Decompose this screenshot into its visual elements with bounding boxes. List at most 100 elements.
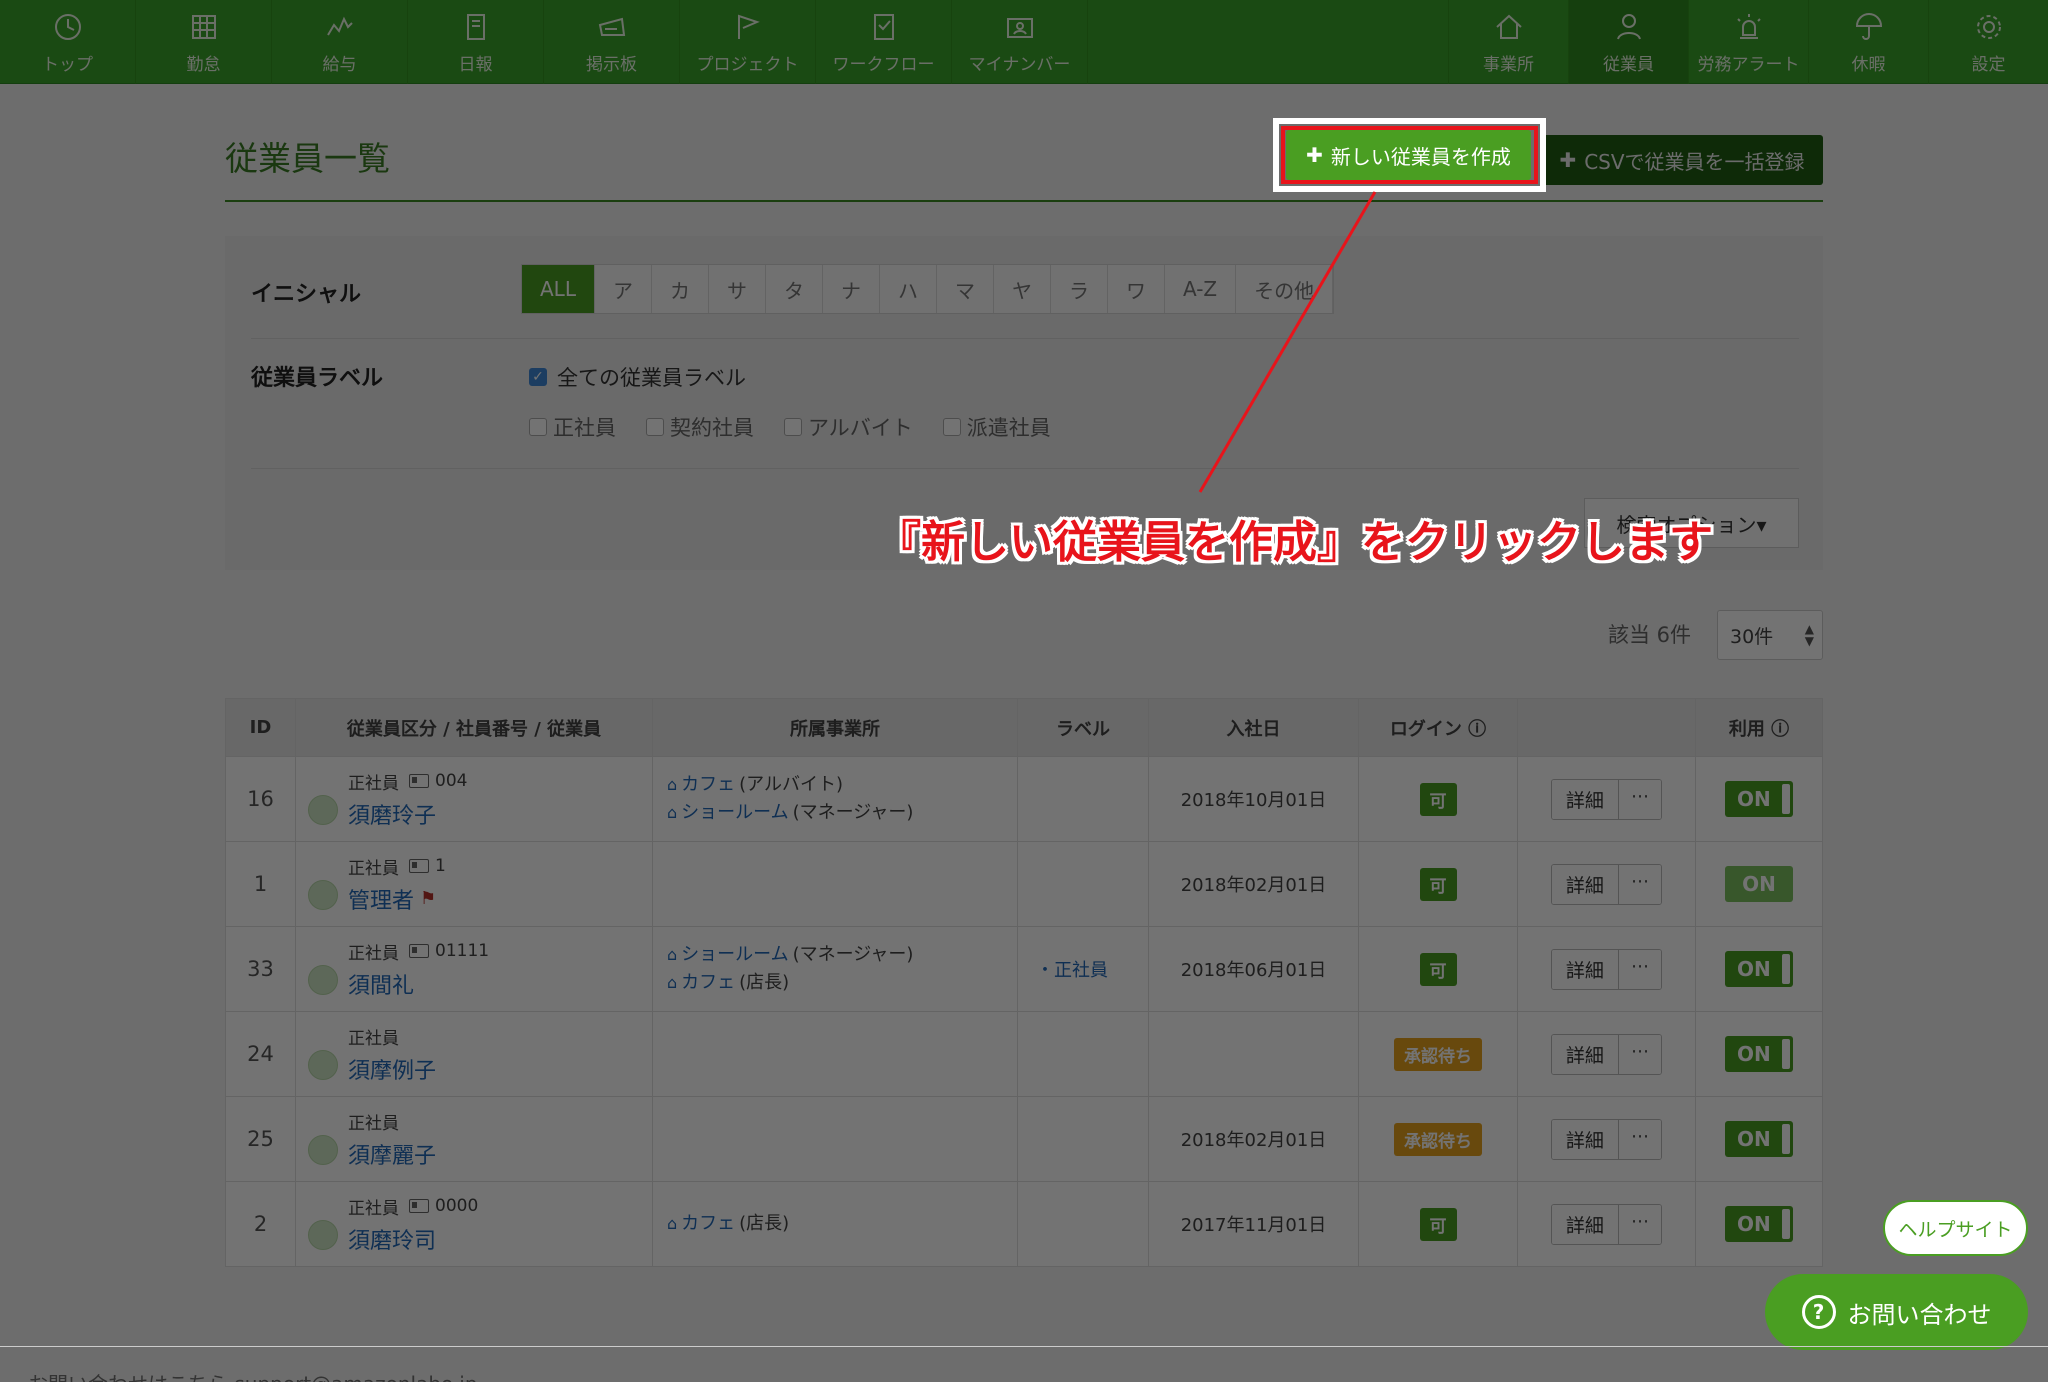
join-date-cell: 2018年02月01日 xyxy=(1148,841,1359,927)
checkbox-icon xyxy=(784,418,802,436)
initial-filter-button[interactable]: ア xyxy=(595,265,652,313)
office-name-link[interactable]: カフェ xyxy=(681,771,735,799)
page-title: 従業員一覧 xyxy=(225,139,390,178)
nav-item-label: マイナンバー xyxy=(968,54,1071,75)
table-header-cell: ログイン ⓘ xyxy=(1358,698,1518,757)
nav-item[interactable]: 休暇 xyxy=(1808,0,1928,84)
initial-filter-button[interactable]: A-Z xyxy=(1165,265,1237,313)
table-header-cell: 所属事業所 xyxy=(652,698,1018,757)
use-toggle[interactable]: ON xyxy=(1725,1206,1793,1242)
actions-cell: 詳細 ··· xyxy=(1517,841,1696,927)
use-toggle[interactable]: ON xyxy=(1725,1121,1793,1157)
plus-icon: ✚ xyxy=(1306,143,1323,167)
detail-button[interactable]: 詳細 xyxy=(1551,1034,1619,1074)
employee-name-text: 須磨玲子 xyxy=(348,803,437,829)
more-button[interactable]: ··· xyxy=(1618,779,1662,819)
initial-filter-button[interactable]: マ xyxy=(937,265,994,313)
result-count: 該当 6件 xyxy=(1608,623,1692,647)
office-name-link[interactable]: ショールーム xyxy=(681,799,788,827)
use-cell: ON xyxy=(1695,1181,1823,1267)
table-body: 16 正社員 004 須磨玲子 ⌂ カフェ (アルバイト) ⌂ ショールーム (マネージャー) 20… xyxy=(225,756,1823,1267)
initial-filter-button[interactable]: タ xyxy=(766,265,823,313)
employee-name-link[interactable]: 須摩麗子 xyxy=(348,1138,436,1170)
detail-button[interactable]: 詳細 xyxy=(1551,949,1619,989)
label-checkbox[interactable]: 正社員 xyxy=(529,412,616,442)
nav-item[interactable]: 労務アラート xyxy=(1688,0,1808,84)
label-checkbox[interactable]: アルバイト xyxy=(784,412,913,442)
more-button[interactable]: ··· xyxy=(1618,1034,1662,1074)
label-checkbox[interactable]: 契約社員 xyxy=(646,412,754,442)
detail-button[interactable]: 詳細 xyxy=(1551,1119,1619,1159)
contact-button[interactable]: ? お問い合わせ xyxy=(1765,1274,2028,1350)
gear-icon xyxy=(1972,10,2006,44)
office-name-link[interactable]: ショールーム xyxy=(681,941,788,969)
header-label: ラベル xyxy=(1056,718,1110,740)
employee-type: 正社員 1 xyxy=(348,854,446,879)
home-icon: ⌂ xyxy=(667,973,678,992)
nav-item[interactable]: 給与 xyxy=(272,0,408,84)
csv-bulk-register-button[interactable]: ✚ CSVで従業員を一括登録 xyxy=(1541,135,1823,185)
more-button[interactable]: ··· xyxy=(1618,949,1662,989)
employee-name-link[interactable]: 須磨玲司 xyxy=(348,1223,478,1255)
employee-name-link[interactable]: 須間礼 xyxy=(348,968,489,1000)
employee-name-link[interactable]: 須磨玲子 xyxy=(348,798,467,830)
detail-button[interactable]: 詳細 xyxy=(1551,779,1619,819)
actions-cell: 詳細 ··· xyxy=(1517,1011,1696,1097)
initial-filter-bar: ALL アカサタナハマヤラワ A-Z その他 xyxy=(521,264,1335,314)
label-checkbox[interactable]: 派遣社員 xyxy=(942,412,1051,442)
more-button[interactable]: ··· xyxy=(1618,864,1662,904)
login-status-badge: 可 xyxy=(1419,782,1457,816)
office-cell: ⌂ カフェ (店長) xyxy=(652,1181,1018,1267)
employee-name-link[interactable]: 須摩例子 xyxy=(348,1053,436,1085)
table-row: 24 正社員 須摩例子 承認待ち 詳細 ··· ON xyxy=(225,1011,1823,1097)
employee-type-label: 正社員 xyxy=(348,1198,399,1219)
initial-filter-button[interactable]: サ xyxy=(709,265,766,313)
nav-item[interactable]: 設定 xyxy=(1928,0,2048,84)
initial-filter-button[interactable]: ナ xyxy=(823,265,880,313)
detail-button[interactable]: 詳細 xyxy=(1551,864,1619,904)
nav-item[interactable]: 掲示板 xyxy=(544,0,680,84)
detail-button[interactable]: 詳細 xyxy=(1551,1204,1619,1244)
initial-filter-button[interactable]: ハ xyxy=(880,265,937,313)
table-row: 33 正社員 01111 須間礼 ⌂ ショールーム (マネージャー) ⌂ カフェ (店長) ・正社員… xyxy=(225,926,1823,1012)
all-labels-checkbox[interactable]: ✓ 全ての従業員ラベル xyxy=(529,362,746,392)
more-button[interactable]: ··· xyxy=(1618,1204,1662,1244)
id-card-icon xyxy=(1003,10,1037,44)
initial-filter-button[interactable]: ラ xyxy=(1051,265,1108,313)
use-toggle[interactable]: ON xyxy=(1725,781,1793,817)
initial-filter-button[interactable]: ヤ xyxy=(994,265,1051,313)
nav-item[interactable]: 事業所 xyxy=(1448,0,1568,84)
initial-filter-button[interactable]: ワ xyxy=(1108,265,1165,313)
nav-item[interactable]: マイナンバー xyxy=(952,0,1088,84)
nav-item[interactable]: 勤怠 xyxy=(136,0,272,84)
nav-item[interactable]: ワークフロー xyxy=(816,0,952,84)
create-employee-button[interactable]: ✚ 新しい従業員を作成 xyxy=(1286,130,1531,180)
table-header-row: ID 従業員区分 / 社員番号 / 従業員 所属事業所 ラベル 入社日 ログイン ⓘ 利用 … xyxy=(225,698,1823,757)
office-name-link[interactable]: カフェ xyxy=(681,1210,735,1238)
employee-id-cell: 24 xyxy=(225,1011,296,1097)
nav-item[interactable]: 従業員 xyxy=(1568,0,1688,84)
help-site-button[interactable]: ヘルプサイト xyxy=(1883,1200,2028,1256)
nav-item[interactable]: トップ xyxy=(0,0,136,84)
initial-filter-button[interactable]: その他 xyxy=(1236,265,1334,313)
initial-filter-button[interactable]: カ xyxy=(652,265,709,313)
use-toggle[interactable]: ON xyxy=(1725,866,1793,902)
employee-label-link[interactable]: ・正社員 xyxy=(1036,960,1108,981)
employee-name-text: 須摩例子 xyxy=(348,1058,437,1084)
nav-item[interactable]: プロジェクト xyxy=(680,0,816,84)
office-name-link[interactable]: カフェ xyxy=(681,969,735,997)
use-toggle[interactable]: ON xyxy=(1725,1036,1793,1072)
employee-cell: 正社員 1 管理者 ⚑ xyxy=(295,841,653,927)
avatar xyxy=(308,880,338,910)
filter-divider xyxy=(251,338,1799,339)
nav-item[interactable]: 日報 xyxy=(408,0,544,84)
action-button-group: 詳細 ··· xyxy=(1550,1118,1663,1160)
initial-filter-button[interactable]: ALL xyxy=(522,265,595,313)
employee-name-link[interactable]: 管理者 ⚑ xyxy=(348,883,446,915)
use-toggle[interactable]: ON xyxy=(1725,951,1793,987)
per-page-select[interactable]: 30件 ▲ ▼ xyxy=(1717,610,1823,660)
header-label: ログイン xyxy=(1389,718,1462,740)
employee-id-cell: 1 xyxy=(225,841,296,927)
chart-zigzag-icon xyxy=(323,10,357,44)
more-button[interactable]: ··· xyxy=(1618,1119,1662,1159)
